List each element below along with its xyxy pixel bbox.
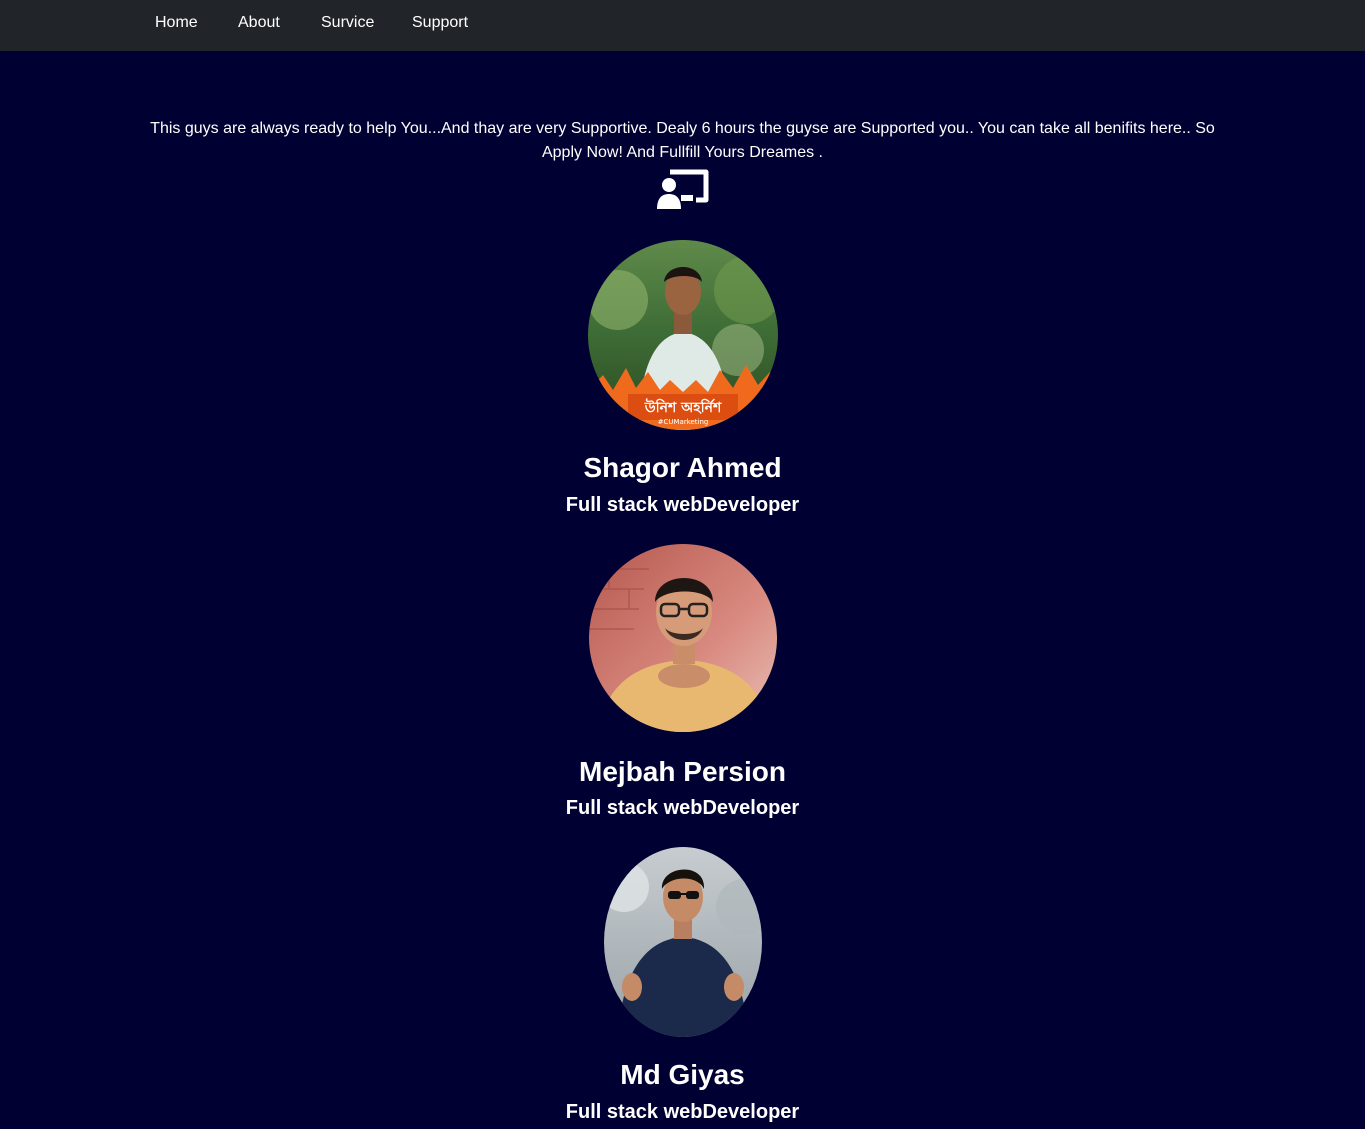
nav-home-link[interactable]: Home (155, 13, 198, 33)
nav-support-link[interactable]: Support (412, 13, 468, 33)
top-navbar: Home About Survice Support (0, 0, 1365, 51)
member-photo-mejbah (589, 544, 777, 732)
nav-about-link[interactable]: About (238, 13, 280, 33)
member-name: Shagor Ahmed (583, 452, 782, 483)
member-photo-shagor-image: উনিশ অহর্নিশ #CUMarketing (588, 240, 778, 430)
intro-paragraph: This guys are always ready to help You..… (150, 120, 1215, 161)
member-photo-giyas (604, 847, 762, 1037)
photo-caption: উনিশ অহর্নিশ (644, 398, 722, 416)
chalkboard-user-icon (657, 169, 709, 209)
member-role: Full stack webDeveloper (565, 1101, 800, 1123)
member-photo-mejbah-image (589, 544, 777, 732)
member-name: Mejbah Persion (579, 756, 786, 787)
nav-service-link[interactable]: Survice (321, 13, 374, 33)
member-photo-giyas-image (604, 847, 762, 1037)
member-photo-shagor: উনিশ অহর্নিশ #CUMarketing (588, 240, 778, 430)
member-role: Full stack webDeveloper (565, 797, 800, 819)
photo-subcaption: #CUMarketing (658, 418, 709, 426)
member-name: Md Giyas (620, 1059, 745, 1090)
member-role: Full stack webDeveloper (565, 494, 800, 516)
